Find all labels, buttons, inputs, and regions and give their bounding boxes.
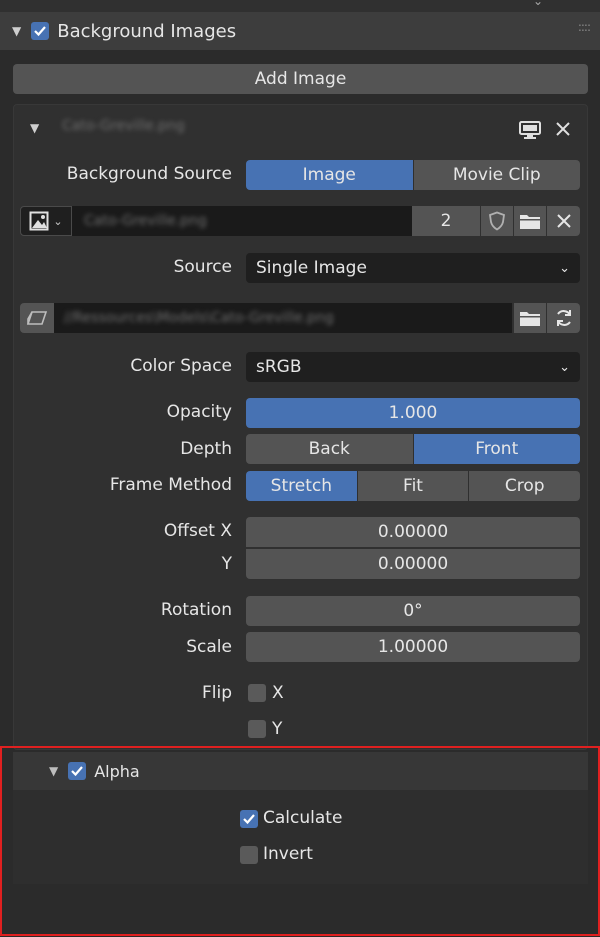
- chevron-down-icon[interactable]: ⌄: [533, 0, 543, 8]
- reload-icon: [556, 310, 571, 326]
- item-expand-arrow-icon[interactable]: ▼: [30, 121, 39, 135]
- filepath-field-icon-box: [20, 303, 54, 333]
- dropdown-arrow-icon: ⌄: [53, 214, 63, 228]
- user-count[interactable]: 2: [412, 206, 480, 236]
- open-image-button[interactable]: [514, 206, 546, 236]
- frame-method-option-crop[interactable]: Crop: [469, 471, 580, 501]
- offset-x-label: Offset X: [163, 521, 232, 541]
- offset-y-label: Y: [221, 554, 232, 574]
- source-dropdown[interactable]: Single Image ⌄: [246, 253, 580, 283]
- image-name-field[interactable]: Cato-Greville.png: [72, 206, 412, 236]
- panel-title: Background Images: [57, 20, 237, 42]
- add-image-label: Add Image: [254, 69, 347, 89]
- offset-x-field[interactable]: 0.00000: [246, 517, 580, 547]
- flip-x-checkbox[interactable]: [248, 684, 266, 702]
- offset-x-value: 0.00000: [377, 522, 449, 542]
- display-monitor-icon[interactable]: [518, 120, 542, 140]
- opacity-value: 1.000: [388, 403, 438, 423]
- frame-method-toggle: Stretch Fit Crop: [246, 471, 580, 501]
- depth-option-front[interactable]: Front: [413, 434, 580, 464]
- background-source-toggle: Image Movie Clip: [246, 160, 580, 190]
- flip-label: Flip: [201, 683, 232, 703]
- depth-option-front-label: Front: [475, 439, 519, 459]
- source-option-image[interactable]: Image: [246, 160, 414, 190]
- source-dropdown-value: Single Image: [256, 258, 367, 278]
- source-label: Source: [173, 257, 232, 277]
- rotation-field[interactable]: 0°: [246, 596, 580, 626]
- fake-user-button[interactable]: [481, 206, 513, 236]
- color-space-dropdown[interactable]: sRGB ⌄: [246, 352, 580, 382]
- scale-value: 1.00000: [377, 637, 449, 657]
- depth-option-back-label: Back: [308, 439, 350, 459]
- folder-icon: [520, 215, 540, 229]
- scale-label: Scale: [186, 637, 232, 657]
- opacity-slider[interactable]: 1.000: [246, 398, 580, 428]
- offset-y-field[interactable]: 0.00000: [246, 549, 580, 579]
- add-image-button[interactable]: Add Image: [13, 64, 588, 94]
- color-space-label: Color Space: [130, 356, 232, 376]
- filepath-text: //Ressources\Models\Cato-Greville.png: [64, 310, 334, 326]
- flip-x-label: X: [272, 683, 284, 703]
- scale-field[interactable]: 1.00000: [246, 632, 580, 662]
- flip-y-checkbox[interactable]: [248, 720, 266, 738]
- item-filename: Cato-Greville.png: [62, 118, 185, 134]
- flip-y-label: Y: [272, 719, 283, 739]
- image-name-text: Cato-Greville.png: [84, 213, 207, 229]
- rotation-label: Rotation: [160, 600, 232, 620]
- frame-method-label: Frame Method: [109, 475, 232, 495]
- background-images-checkbox[interactable]: [31, 22, 50, 40]
- frame-method-option-stretch[interactable]: Stretch: [246, 471, 358, 501]
- highlight-frame: [0, 746, 600, 936]
- source-option-movie-clip-label: Movie Clip: [452, 165, 541, 185]
- close-icon: [556, 214, 571, 228]
- color-space-value: sRGB: [256, 357, 302, 377]
- image-icon: [29, 211, 49, 231]
- source-option-image-label: Image: [302, 165, 356, 185]
- source-option-movie-clip[interactable]: Movie Clip: [413, 160, 580, 190]
- frame-method-option-crop-label: Crop: [504, 476, 545, 496]
- folder-icon: [520, 312, 540, 326]
- offset-y-value: 0.00000: [377, 554, 449, 574]
- shield-icon: [489, 211, 505, 231]
- checkmark-icon: [34, 26, 47, 37]
- file-type-icon: [26, 311, 48, 325]
- rotation-value: 0°: [403, 601, 423, 621]
- drag-handle-icon[interactable]: ::::: [578, 20, 591, 34]
- depth-toggle: Back Front: [246, 434, 580, 464]
- close-icon[interactable]: [554, 120, 572, 138]
- unlink-image-button[interactable]: [547, 206, 580, 236]
- depth-label: Depth: [180, 439, 232, 459]
- user-count-value: 2: [440, 211, 452, 231]
- chevron-down-icon: ⌄: [559, 260, 570, 276]
- depth-option-back[interactable]: Back: [246, 434, 414, 464]
- frame-method-option-fit[interactable]: Fit: [357, 471, 470, 501]
- opacity-label: Opacity: [166, 402, 232, 422]
- top-strip: ⌄: [0, 0, 600, 12]
- collapse-arrow-icon[interactable]: ▼: [12, 24, 21, 38]
- frame-method-option-fit-label: Fit: [403, 476, 423, 496]
- reload-button[interactable]: [547, 303, 580, 333]
- browse-file-button[interactable]: [514, 303, 546, 333]
- background-source-label: Background Source: [66, 164, 232, 184]
- chevron-down-icon: ⌄: [559, 359, 570, 375]
- filepath-field[interactable]: //Ressources\Models\Cato-Greville.png: [54, 303, 512, 333]
- image-browse-button[interactable]: ⌄: [20, 206, 72, 236]
- panel-header[interactable]: ▼ Background Images ::::: [0, 12, 600, 50]
- frame-method-option-stretch-label: Stretch: [270, 476, 332, 496]
